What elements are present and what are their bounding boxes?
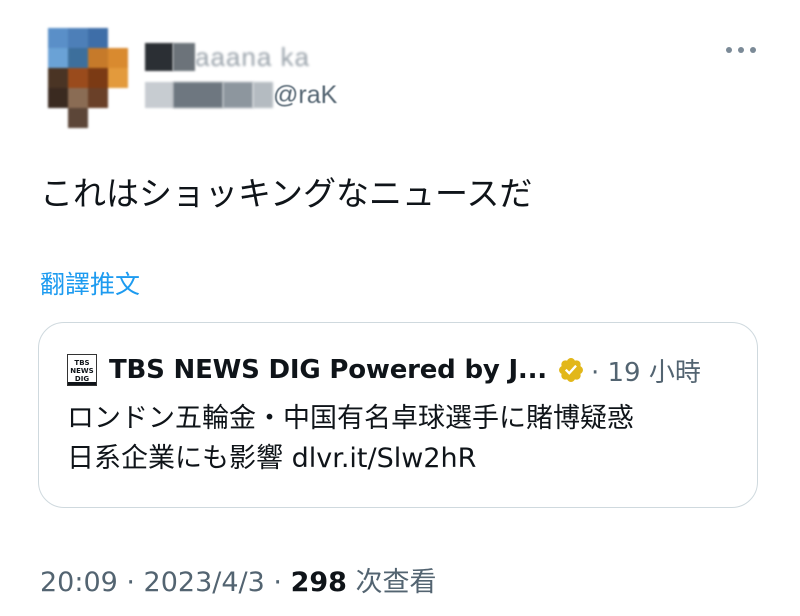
- quoted-tweet-card[interactable]: TBS NEWS DIG TBS NEWS DIG Powered by J..…: [38, 322, 758, 508]
- quoted-time: · 19 小時: [590, 357, 701, 388]
- quoted-text-line: 日系企業にも影響 dlvr.it/Slw2hR: [67, 443, 477, 474]
- display-name-text: aaana ka: [195, 41, 310, 72]
- display-name[interactable]: aaana ka: [145, 41, 345, 72]
- quoted-tweet-text: ロンドン五輪金・中国有名卓球選手に賭博疑惑 日系企業にも影響 dlvr.it/S…: [67, 399, 747, 479]
- timestamp[interactable]: 20:09 · 2023/4/3 ·: [40, 567, 291, 598]
- source-logo-line: NEWS: [70, 366, 94, 375]
- views-label: 次查看: [346, 567, 437, 598]
- source-logo: TBS NEWS DIG: [67, 354, 97, 386]
- tweet-header: aaana ka @raK: [0, 0, 800, 140]
- source-logo-line: TBS: [74, 358, 90, 367]
- tweet-meta: 20:09 · 2023/4/3 · 298 次查看: [40, 560, 437, 599]
- views-count: 298: [290, 567, 347, 598]
- tweet-text: これはショッキングなニュースだ: [40, 174, 533, 213]
- avatar[interactable]: [48, 28, 128, 128]
- quoted-text-line: ロンドン五輪金・中国有名卓球選手に賭博疑惑: [67, 403, 634, 434]
- more-horizontal-icon[interactable]: [726, 40, 756, 60]
- translate-tweet-link[interactable]: 翻譯推文: [40, 265, 140, 301]
- handle-text: @raK: [273, 80, 338, 109]
- quoted-tweet-header: TBS NEWS DIG TBS NEWS DIG Powered by J..…: [67, 353, 701, 388]
- handle[interactable]: @raK: [145, 80, 337, 110]
- verified-badge-icon: [559, 358, 583, 382]
- quoted-source-name[interactable]: TBS NEWS DIG Powered by J...: [109, 355, 547, 385]
